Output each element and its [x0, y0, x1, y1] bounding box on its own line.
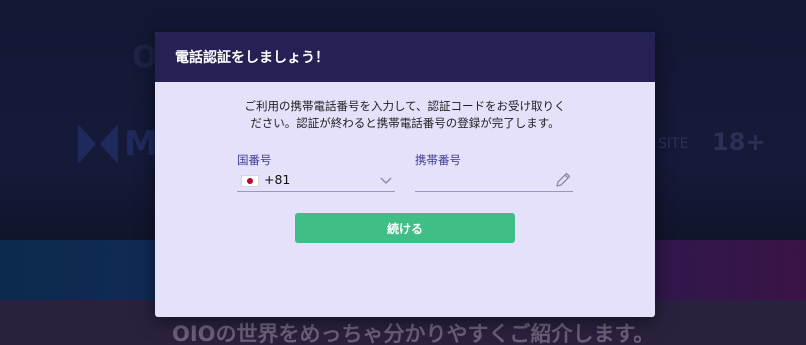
country-code-value: +81	[264, 172, 291, 187]
phone-number-field: 携帯番号	[415, 152, 573, 194]
background-tagline: OIOの世界をめっちゃ分かりやすくご紹介します。	[172, 322, 655, 345]
continue-button[interactable]: 続ける	[295, 213, 515, 243]
background-brand-mark-icon	[78, 124, 118, 164]
phone-number-label: 携帯番号	[415, 153, 461, 167]
country-code-label: 国番号	[237, 153, 272, 167]
phone-number-input[interactable]	[415, 171, 551, 191]
description-line-2: ださい。認証が終わると携帯電話番号の登録が完了します。	[250, 116, 560, 130]
phone-verification-modal: 電話認証をしましょう！ ご利用の携帯電話番号を入力して、認証コードをお受け取りく…	[155, 32, 655, 317]
description-line-1: ご利用の携帯電話番号を入力して、認証コードをお受け取りく	[244, 99, 566, 113]
pencil-icon	[556, 172, 571, 187]
background-brand-text: M	[124, 124, 158, 164]
background-age-badge: 18+	[712, 128, 766, 156]
phone-form: 国番号 +81 携帯番号	[237, 152, 573, 194]
page: OIO M SITE 18+ OIOの世界をめっちゃ分かりやすくご紹介します。 …	[0, 0, 806, 345]
phone-number-control	[415, 171, 573, 192]
modal-title: 電話認証をしましょう！	[175, 50, 329, 66]
modal-description: ご利用の携帯電話番号を入力して、認証コードをお受け取りく ださい。認証が終わると…	[155, 98, 655, 132]
country-code-field: 国番号 +81	[237, 152, 395, 194]
modal-header: 電話認証をしましょう！	[155, 32, 655, 82]
country-code-select[interactable]: +81	[237, 171, 395, 192]
chevron-down-icon[interactable]	[379, 173, 393, 187]
japan-flag-icon	[241, 175, 259, 187]
background-site-text: SITE	[658, 136, 689, 152]
